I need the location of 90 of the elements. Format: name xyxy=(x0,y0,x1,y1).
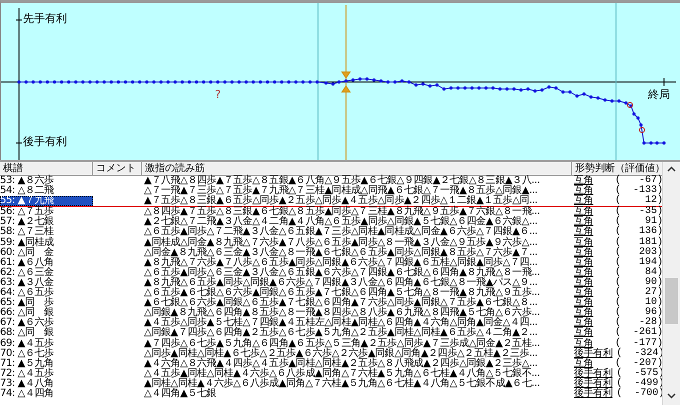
move-row[interactable]: 69: ▲４五歩 ▲７四歩△６七歩▲５九角△６四角▲６五歩△５三角▲２五歩△同歩▲７三歩成△同金▲２五桂... 互角 ( -177) xyxy=(0,338,662,349)
evaluation-value: ( -207) xyxy=(614,358,663,369)
judgement-cell-text: 互角 xyxy=(574,308,594,318)
move-row[interactable]: 62: △６三金 △６五歩▲同歩△６三金▲３八金△６五銀▲６六歩△７四銀▲６七銀△６四角▲８九飛△８一飛... 互角 ( 84) xyxy=(0,268,662,278)
column-header[interactable]: 激指の読み筋 xyxy=(142,162,572,175)
reading-line-cell-text: △４五歩▲同桂△同桂▲４六歩△６八歩成▲同角△７六桂▲５九角△６七桂▲４八角△５七銀不... xyxy=(143,368,541,379)
evaluation-value: ( -261) xyxy=(614,328,663,338)
move-cell-text: 60: △同 金 xyxy=(0,248,55,258)
judgement-cell-text: 互角 xyxy=(574,227,594,238)
judgement-cell-text: 互角 xyxy=(574,176,594,186)
move-cell-text: 67: ▲６六歩 xyxy=(0,318,55,328)
move-row[interactable]: 61: ▲６八角 ▲８九飛△７六歩▲７八歩△６五歩▲同歩△同銀▲６六歩△７四銀▲６五桂△同銀▲同歩△７四... 互角 ( 194) xyxy=(0,258,662,268)
judgement-cell-text: 互角 xyxy=(574,238,594,248)
move-cell-text: 71: ▲５九角 xyxy=(0,358,55,369)
move-cell-text: 62: △６三金 xyxy=(0,268,55,278)
question-mark: ? xyxy=(215,89,221,101)
judgement-cell: 後手有利 xyxy=(574,378,612,389)
reading-line-cell-text: ▲７四歩△６七歩▲５九角△６四角▲６五歩△５三角▲２五歩△同歩▲７三歩成△同金▲２五桂... xyxy=(143,338,541,348)
evaluation-value: ( 84) xyxy=(614,268,663,278)
reading-line-cell-text: ▲７五歩△８三銀▲６五歩△同歩▲２五歩△同歩▲４五歩△同歩▲２四歩△１二銀▲１五歩△同... xyxy=(143,196,538,206)
scroll-thumb[interactable] xyxy=(665,278,678,324)
move-cell-text: 68: △同 銀 xyxy=(0,328,55,338)
move-row[interactable]: 60: △同 金 △同金▲８九飛△６三金▲３八金△８一飛▲６七銀△６五歩▲同歩△同銀▲８五歩△７六歩▲７... 互角 ( 203) xyxy=(0,248,662,258)
move-cell-text: 56: △７五歩 xyxy=(0,207,55,218)
move-cell-text: 72: △４五歩 xyxy=(0,368,55,379)
move-cell-text: 70: △６七歩 xyxy=(0,348,55,359)
reading-line-cell-text: △同銀▲７四歩△６四角▲２五歩△６七歩▲５九角△２五歩▲同桂△同桂▲６五歩△４二角▲２... xyxy=(143,328,538,338)
reading-line-cell-text: △６五歩▲同歩△７二飛▲３八金△６五銀▲７三歩△同桂▲同桂成△同金▲６六歩△７四銀▲６... xyxy=(143,227,538,238)
move-cell-text: 58: △７三桂 xyxy=(0,227,55,238)
judgement-cell-text: 互角 xyxy=(574,288,594,298)
evaluation-value: ( 136) xyxy=(614,227,663,238)
evaluation-value: ( 90) xyxy=(614,278,663,288)
move-cell-text: 54: △８二飛 xyxy=(0,186,55,196)
scroll-down-icon[interactable] xyxy=(667,393,676,399)
move-cell-text: 63: ▲３八金 xyxy=(0,278,55,288)
reading-line-cell-text: ▲４六角△８六飛▲４四歩△４五歩▲同桂△同桂▲２五歩△８八飛成▲２四歩△同銀▲２三歩△... xyxy=(143,358,538,369)
move-row[interactable]: 59: ▲同桂成 ▲同桂成△同金▲８九飛△７六歩▲７八歩△６五歩▲同歩△８一飛▲３八金△９五歩▲９六歩△... 互角 ( 181) xyxy=(0,238,662,248)
judgement-cell-text: 互角 xyxy=(574,328,594,338)
move-cell-text: 74: △４四角 xyxy=(0,388,55,400)
reading-line-cell-text: △６五歩▲同歩△６三金▲３八金△６五銀▲６六歩△７四銀▲６七銀△６四角▲８九飛△８一飛... xyxy=(143,268,541,278)
move-row[interactable]: 58: △７三桂 △６五歩▲同歩△７二飛▲３八金△６五銀▲７三歩△同桂▲同桂成△同金▲６六歩△７四銀▲６... 互角 ( 136) xyxy=(0,227,662,238)
reading-line-cell-text: △４四角▲５七銀 xyxy=(143,388,218,400)
reading-line-cell-text: ▲８九飛△７六歩▲７八歩△６五歩▲同歩△同銀▲６六歩△７四銀▲６五桂△同銀▲同歩△７四... xyxy=(143,258,538,268)
judgement-cell-text: 互角 xyxy=(574,196,594,206)
judgement-cell: 後手有利 xyxy=(574,368,612,379)
judgement-cell-text: 互角 xyxy=(574,186,594,196)
reading-line-cell-text: △同歩▲同桂△同桂▲６七歩△２五歩▲６六歩△２六歩▲同銀△同角▲２四歩△２五桂▲２三歩... xyxy=(143,348,538,359)
column-header[interactable]: 棋譜 xyxy=(0,162,93,175)
judgement-cell-text: 互角 xyxy=(574,358,594,369)
judgement-cell-text: 互角 xyxy=(574,217,594,228)
judgement-cell-text: 互角 xyxy=(574,258,594,268)
column-header[interactable]: コメント xyxy=(93,162,142,175)
reading-line-cell-text: △同金▲８九飛△６三金▲３八金△８一飛▲６七銀△６五歩▲同歩△同銀▲８五歩△７六歩▲７... xyxy=(143,248,538,258)
move-cell-text: 73: ▲４八角 xyxy=(0,378,55,389)
evaluation-value: ( 12) xyxy=(614,196,663,206)
move-cell-text: 64: △６五歩 xyxy=(0,288,55,298)
evaluation-value: ( 194) xyxy=(614,258,663,268)
evaluation-value: ( -177) xyxy=(614,338,663,348)
blunder-marker-icon xyxy=(627,102,633,108)
move-cell-text: 53: ▲８六歩 xyxy=(0,176,55,186)
gote-advantage-label: 後手有利 xyxy=(23,136,67,148)
judgement-cell-text: 互角 xyxy=(574,268,594,278)
move-row[interactable]: 68: △同 銀 △同銀▲７四歩△６四角▲２五歩△６七歩▲５九角△２五歩▲同桂△同桂▲６五歩△４二角▲２... 互角 ( -261) xyxy=(0,328,662,338)
move-cell-text: 61: ▲６八角 xyxy=(0,258,55,268)
move-cell-text: 59: ▲同桂成 xyxy=(0,238,55,248)
reading-line-cell-text: ▲７八飛△８四歩▲７五歩△８五銀▲６八角△９五歩▲６七銀△９四銀▲２七銀△８三銀▲３八... xyxy=(143,176,541,186)
reading-line-cell-text: ▲同桂△同桂▲４六歩△６八歩成▲同角△７六桂▲５九角△６七桂▲４八角△５七銀不成▲６七... xyxy=(143,378,541,389)
scroll-up-icon[interactable] xyxy=(667,166,676,172)
cursor-line[interactable] xyxy=(341,4,351,160)
scrollbar[interactable] xyxy=(662,162,680,405)
end-label: 終局 xyxy=(648,89,670,101)
move-cell-text: 65: ▲同 歩 xyxy=(0,298,55,308)
move-row[interactable]: 71: ▲５九角 ▲４六角△８六飛▲４四歩△４五歩▲同桂△同桂▲２五歩△８八飛成▲２四歩△同銀▲２三歩△... 互角 ( -207) xyxy=(0,358,662,369)
judgement-cell: 後手有利 xyxy=(574,348,612,359)
judgement-cell: 後手有利 xyxy=(574,388,612,400)
evaluation-value: ( 181) xyxy=(614,238,663,248)
reading-line-cell-text: ▲同桂成△同金▲８九飛△７六歩▲７八歩△６五歩▲同歩△８一飛▲３八金△９五歩▲９六歩△... xyxy=(143,238,538,248)
evaluation-value: ( 203) xyxy=(614,248,663,258)
judgement-cell-text: 互角 xyxy=(574,338,594,348)
reading-line-cell-text: ▲８九飛△６五歩▲同歩△同銀▲６六歩△７四銀▲３八金△６四角▲６七銀△８一飛▲パス△９... xyxy=(143,278,538,288)
judgement-cell-text: 互角 xyxy=(574,318,594,328)
blunder-marker-icon xyxy=(639,127,645,133)
move-cell-text: 66: △同 銀 xyxy=(0,308,55,318)
judgement-cell-text: 互角 xyxy=(574,248,594,258)
judgement-cell-text: 互角 xyxy=(574,298,594,308)
evaluation-value: ( -67) xyxy=(614,176,663,186)
judgement-cell-text: 互角 xyxy=(574,207,594,218)
move-cell-text: 69: ▲４五歩 xyxy=(0,338,55,348)
judgement-cell-text: 互角 xyxy=(574,278,594,288)
sente-advantage-label: 先手有利 xyxy=(23,13,67,25)
